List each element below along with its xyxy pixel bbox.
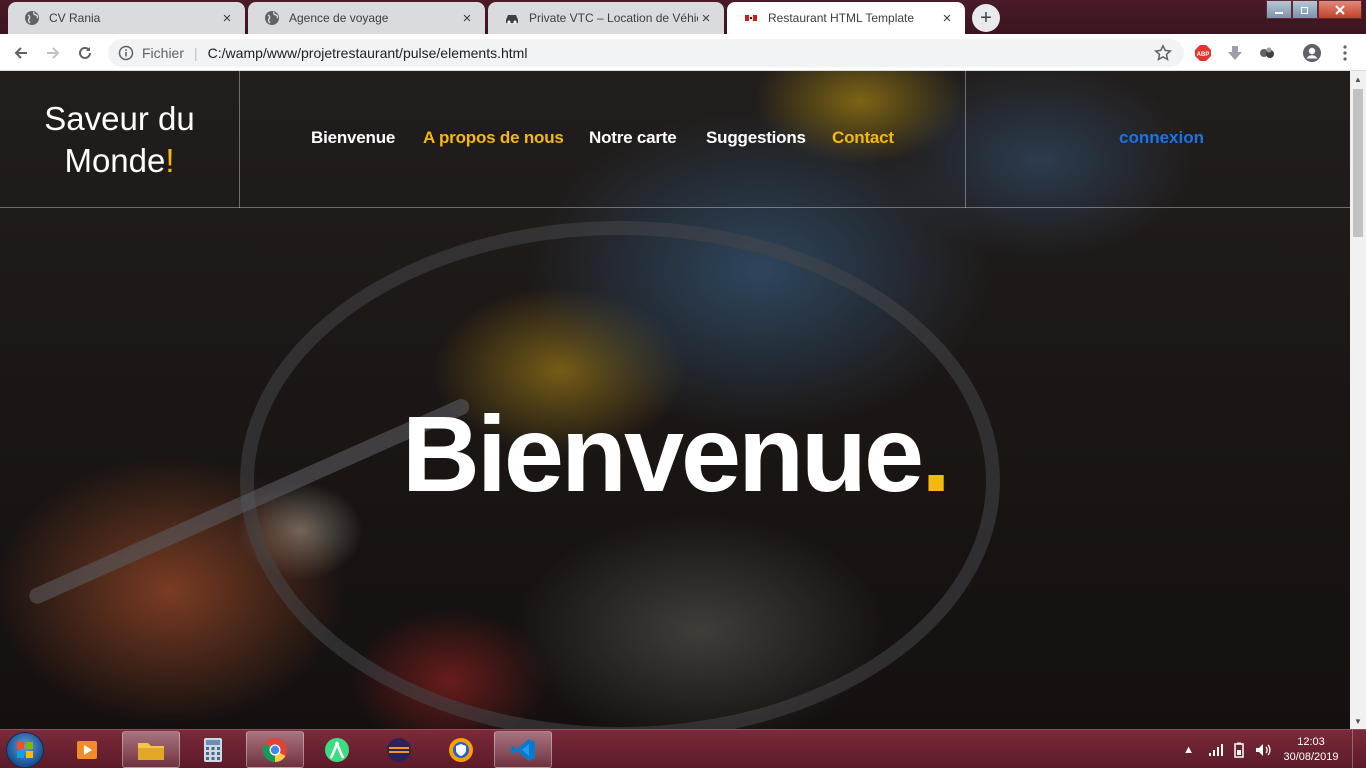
tab-close-icon[interactable]: ×	[219, 10, 235, 27]
address-bar[interactable]: Fichier | C:/wamp/www/projetrestaurant/p…	[108, 39, 1184, 67]
url-text[interactable]: C:/wamp/www/projetrestaurant/pulse/eleme…	[208, 45, 528, 61]
chrome-icon	[262, 737, 287, 762]
tab-title: Private VTC – Location de Véhicu	[529, 11, 698, 25]
arrow-right-icon	[47, 47, 60, 59]
nav-link-notre-carte[interactable]: Notre carte	[589, 128, 677, 148]
nav-link-bienvenue[interactable]: Bienvenue	[311, 128, 395, 148]
browser-toolbar: Fichier | C:/wamp/www/projetrestaurant/p…	[0, 34, 1366, 71]
tab-agence-de-voyage[interactable]: Agence de voyage ×	[248, 2, 485, 34]
system-tray: ▲ 12:03 30/08/2019	[1183, 730, 1366, 768]
login-link[interactable]: connexion	[1119, 128, 1204, 148]
site-header: Saveur du Monde! Bienvenue A propos de n…	[0, 71, 1350, 208]
scheme-label: Fichier	[142, 45, 185, 61]
tab-close-icon[interactable]: ×	[939, 10, 955, 27]
scrollbar-thumb[interactable]	[1353, 89, 1363, 237]
taskbar-chrome[interactable]	[246, 731, 304, 768]
flag-icon	[743, 10, 759, 26]
tab-title: Agence de voyage	[289, 11, 389, 25]
adblock-icon[interactable]: ABP	[1193, 43, 1213, 63]
maximize-button[interactable]	[1292, 0, 1318, 19]
taskbar-vscode[interactable]	[494, 731, 552, 768]
download-extension-icon[interactable]	[1225, 43, 1245, 63]
info-icon[interactable]	[118, 45, 134, 61]
taskbar-file-explorer[interactable]	[122, 731, 180, 768]
profile-icon[interactable]	[1302, 43, 1322, 63]
extension-icon[interactable]	[1257, 43, 1277, 63]
forward-button[interactable]	[40, 40, 66, 66]
tab-close-icon[interactable]: ×	[459, 10, 475, 27]
globe-icon	[264, 10, 280, 26]
close-icon	[1335, 4, 1345, 15]
volume-icon	[1256, 743, 1271, 756]
windows-logo-icon	[17, 742, 33, 758]
svg-text:ABP: ABP	[1197, 52, 1210, 58]
logo-accent: !	[165, 141, 175, 179]
restore-icon	[1301, 6, 1308, 14]
calculator-icon	[204, 737, 222, 762]
browser-shield-icon	[449, 737, 473, 762]
clock-date: 30/08/2019	[1283, 750, 1339, 763]
nav-link-contact[interactable]: Contact	[832, 128, 894, 148]
globe-icon	[24, 10, 40, 26]
arrow-left-icon	[14, 47, 27, 59]
minimize-icon	[1275, 11, 1283, 14]
tray-expand-icon[interactable]: ▲	[1183, 744, 1194, 756]
taskbar-android-studio[interactable]	[308, 731, 366, 768]
system-clock[interactable]: 12:03 30/08/2019	[1278, 735, 1344, 765]
show-desktop-button[interactable]	[1352, 730, 1366, 768]
taskbar-secure-browser[interactable]	[432, 731, 490, 768]
back-button[interactable]	[8, 40, 34, 66]
scroll-down-icon[interactable]: ▼	[1350, 713, 1366, 729]
taskbar-eclipse[interactable]	[370, 731, 428, 768]
new-tab-button[interactable]: +	[972, 4, 1000, 32]
minimize-button[interactable]	[1266, 0, 1292, 19]
hero-section: Saveur du Monde! Bienvenue A propos de n…	[0, 71, 1350, 729]
taskbar-media-player[interactable]	[58, 731, 116, 768]
menu-kebab-icon[interactable]	[1335, 43, 1355, 63]
logo-line-1: Saveur du	[44, 99, 195, 137]
tab-private-vtc[interactable]: Private VTC – Location de Véhicu ×	[488, 2, 724, 34]
taskbar-calculator[interactable]	[184, 731, 242, 768]
vscode-icon	[511, 738, 535, 761]
tab-cv-rania[interactable]: CV Rania ×	[8, 2, 245, 34]
window-controls	[1266, 0, 1362, 19]
page-scrollbar[interactable]: ▲ ▼	[1350, 71, 1366, 729]
reload-button[interactable]	[72, 40, 98, 66]
media-player-icon	[77, 740, 97, 759]
reload-icon	[79, 46, 91, 59]
network-signal-icon	[1209, 743, 1223, 756]
car-icon	[504, 10, 520, 26]
bookmark-star-icon[interactable]	[1154, 44, 1172, 65]
address-separator: |	[194, 45, 198, 61]
tab-close-icon[interactable]: ×	[698, 10, 714, 27]
main-navigation: Bienvenue A propos de nous Notre carte S…	[241, 71, 966, 208]
windows-taskbar: ▲ 12:03 30/08/2019	[0, 729, 1366, 768]
nav-link-suggestions[interactable]: Suggestions	[706, 128, 806, 148]
battery-icon	[1234, 742, 1244, 758]
hero-title-text: Bienvenue	[401, 393, 924, 514]
file-explorer-icon	[138, 742, 164, 760]
hero-title-accent: .	[921, 393, 951, 514]
tab-title: Restaurant HTML Template	[768, 11, 915, 25]
logo-line-2: Monde	[64, 141, 166, 179]
tab-title: CV Rania	[49, 11, 101, 25]
close-window-button[interactable]	[1318, 0, 1362, 19]
eclipse-icon	[387, 737, 411, 762]
hero-title: Bienvenue.	[0, 389, 1350, 519]
site-logo[interactable]: Saveur du Monde!	[0, 71, 240, 208]
scroll-up-icon[interactable]: ▲	[1350, 71, 1366, 87]
nav-link-a-propos[interactable]: A propos de nous	[423, 128, 564, 148]
tab-restaurant-template[interactable]: Restaurant HTML Template ×	[727, 2, 965, 34]
tab-strip: CV Rania × Agence de voyage × Private VT…	[0, 0, 1366, 34]
start-button[interactable]	[6, 732, 44, 768]
android-studio-icon	[325, 737, 349, 762]
clock-time: 12:03	[1297, 735, 1325, 748]
